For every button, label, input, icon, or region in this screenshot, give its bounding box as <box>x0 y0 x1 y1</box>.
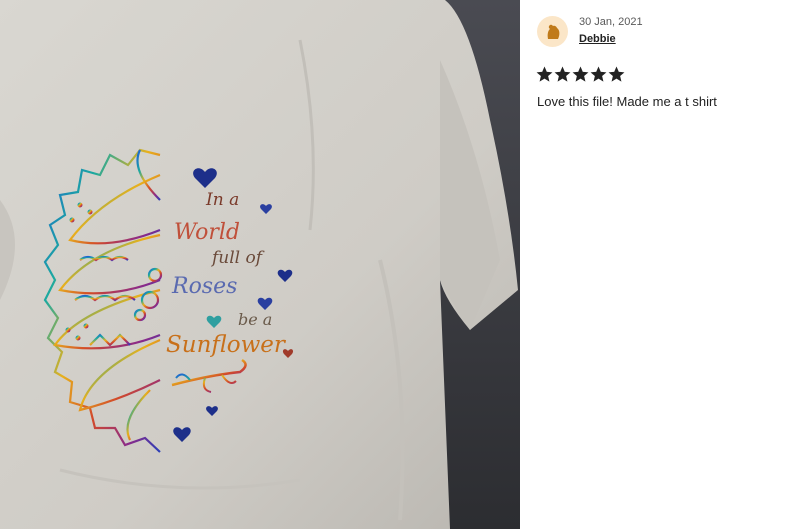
review-panel: 30 Jan, 2021 Debbie Love this file! Made… <box>521 0 794 529</box>
print-line: In a <box>206 190 240 210</box>
star-filled-icon <box>590 66 607 82</box>
star-rating <box>536 66 625 83</box>
review-date: 30 Jan, 2021 <box>579 16 643 28</box>
star-filled-icon <box>536 66 553 82</box>
print-line: full of <box>212 248 263 268</box>
print-line: Sunflower <box>166 332 285 358</box>
print-line: World <box>174 220 240 245</box>
star-filled-icon <box>572 66 589 82</box>
avatar[interactable] <box>537 16 568 47</box>
user-silhouette-icon <box>547 24 559 39</box>
star-filled-icon <box>608 66 625 82</box>
print-line: Roses <box>172 274 238 299</box>
star-filled-icon <box>554 66 571 82</box>
reviewer-name-link[interactable]: Debbie <box>579 33 616 45</box>
review-photo[interactable]: In a World full of Roses be a Sunflower <box>0 0 520 529</box>
print-line: be a <box>238 310 273 329</box>
review-text: Love this file! Made me a t shirt <box>537 94 717 109</box>
